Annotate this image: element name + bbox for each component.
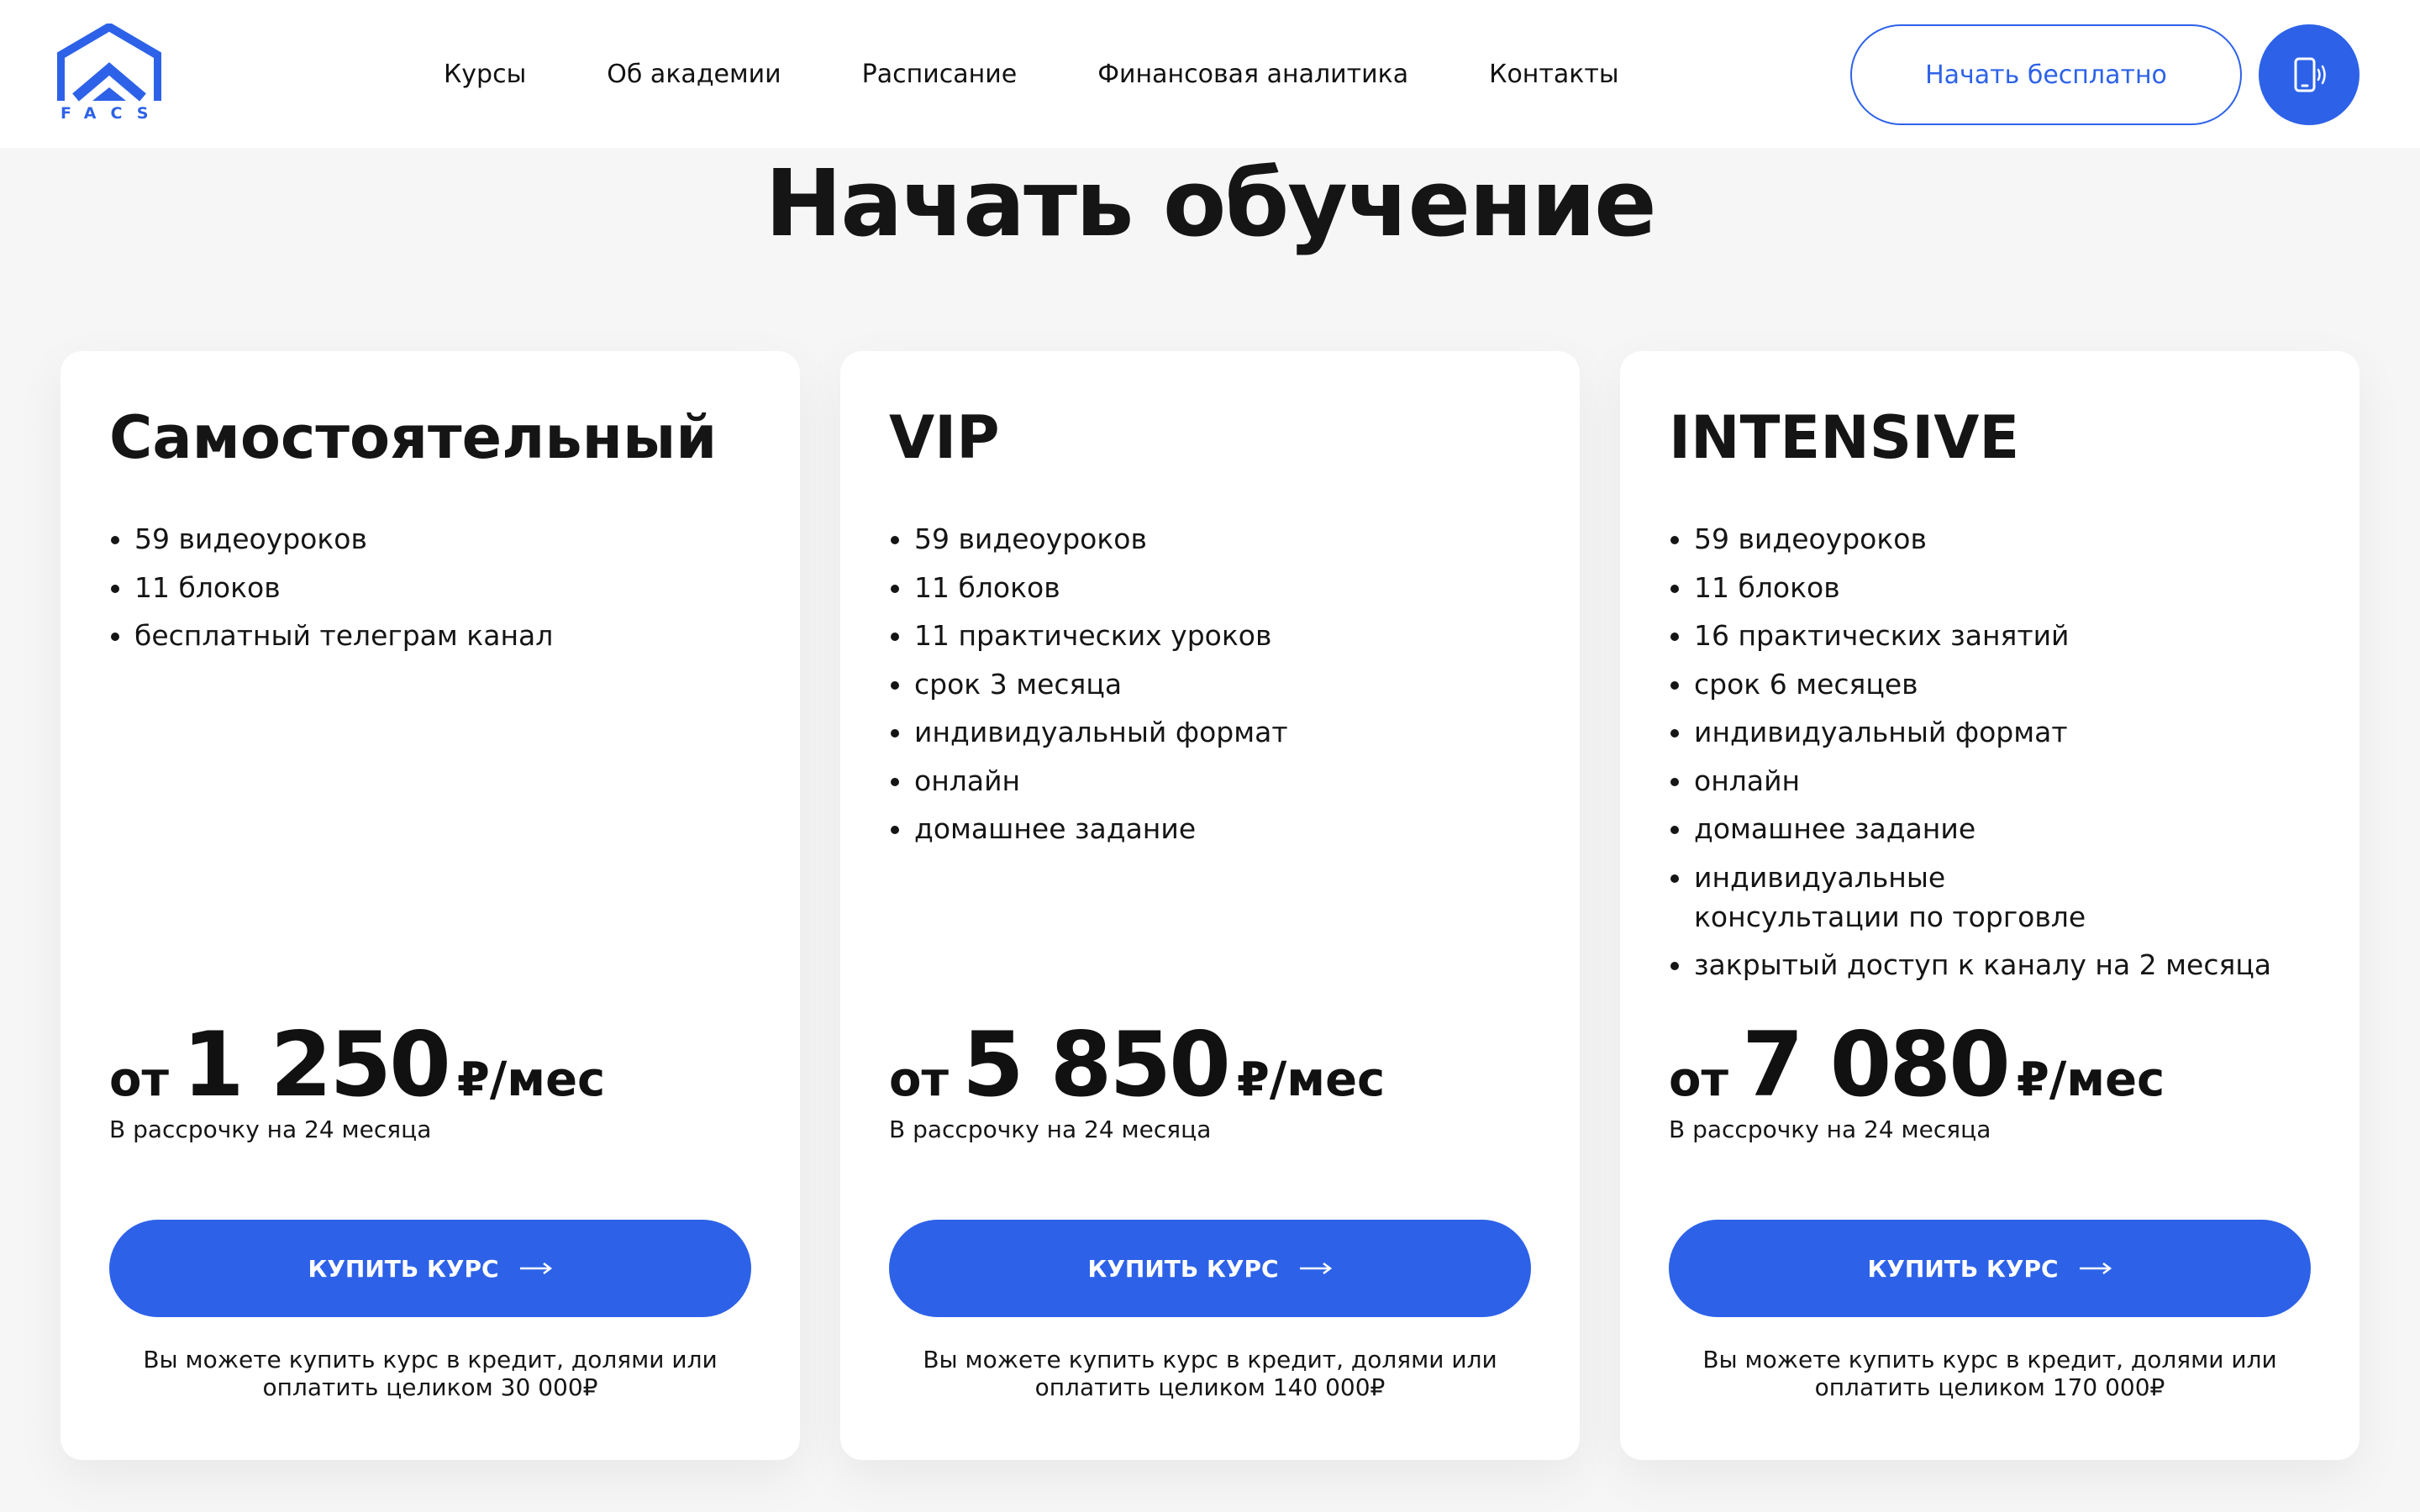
feature-item: индивидуальный формат [889, 712, 1544, 752]
nav-item-schedule[interactable]: Расписание [862, 60, 1018, 89]
site-header: FACS Курсы Об академии Расписание Финанс… [0, 0, 2420, 148]
plan-name: INTENSIVE [1669, 403, 2020, 472]
buy-button-label: КУПИТЬ КУРС [1867, 1254, 2059, 1283]
buy-button-label: КУПИТЬ КУРС [1087, 1254, 1279, 1283]
plan-card-vip: VIP 59 видеоуроков 11 блоков 11 практиче… [840, 351, 1580, 1460]
price-prefix: от [1669, 1053, 1728, 1107]
main-nav: Курсы Об академии Расписание Финансовая … [444, 0, 1619, 148]
purchase-note: Вы можете купить курс в кредит, долями и… [874, 1346, 1546, 1401]
call-button[interactable] [2259, 24, 2360, 125]
plan-name: Самостоятельный [109, 403, 718, 472]
purchase-note: Вы можете купить курс в кредит, долями и… [94, 1346, 766, 1401]
plan-card-intensive: INTENSIVE 59 видеоуроков 11 блоков 16 пр… [1620, 351, 2360, 1460]
feature-item: индивидуальный формат [1669, 712, 2333, 752]
feature-item: 11 практических уроков [889, 616, 1544, 655]
page-title: Начать обучение [765, 150, 1657, 257]
installment-text: В рассрочку на 24 месяца [889, 1116, 1212, 1143]
buy-course-button[interactable]: КУПИТЬ КУРС [1669, 1220, 2311, 1317]
feature-item: онлайн [889, 761, 1544, 801]
price-prefix: от [889, 1053, 949, 1107]
price: от 7 080 ₽/мес [1669, 1013, 2165, 1116]
purchase-note-line: Вы можете купить курс в кредит, долями и… [1702, 1346, 2277, 1373]
feature-item: 11 блоков [109, 568, 765, 607]
plan-card-self: Самостоятельный 59 видеоуроков 11 блоков… [60, 351, 800, 1460]
phone-icon [2294, 57, 2326, 92]
house-logo-icon [57, 24, 161, 102]
feature-item: 16 практических занятий [1669, 616, 2333, 655]
feature-item: срок 6 месяцев [1669, 664, 2333, 704]
nav-item-analytics[interactable]: Финансовая аналитика [1097, 60, 1408, 89]
feature-item: 11 блоков [889, 568, 1544, 607]
installment-text: В рассрочку на 24 месяца [1669, 1116, 1991, 1143]
nav-item-courses[interactable]: Курсы [444, 60, 526, 89]
arrow-right-icon [519, 1263, 552, 1274]
price: от 1 250 ₽/мес [109, 1013, 606, 1116]
price-value: 1 250 [182, 1013, 451, 1116]
price-unit: ₽/мес [1236, 1053, 1386, 1107]
feature-item: индивидуальные консультации по торговле [1669, 858, 2156, 937]
purchase-note-line: Вы можете купить курс в кредит, долями и… [143, 1346, 718, 1373]
buy-course-button[interactable]: КУПИТЬ КУРС [109, 1220, 751, 1317]
feature-item: закрытый доступ к каналу на 2 месяца [1669, 945, 2333, 984]
purchase-note: Вы можете купить курс в кредит, долями и… [1654, 1346, 2326, 1401]
purchase-note-line: Вы можете купить курс в кредит, долями и… [923, 1346, 1497, 1373]
price-value: 5 850 [961, 1013, 1231, 1116]
feature-item: домашнее задание [1669, 809, 2333, 848]
feature-item: домашнее задание [889, 809, 1544, 848]
feature-list: 59 видеоуроков 11 блоков 11 практических… [889, 519, 1544, 858]
arrow-right-icon [1299, 1263, 1332, 1274]
purchase-note-line: оплатить целиком 170 000₽ [1814, 1373, 2165, 1401]
feature-list: 59 видеоуроков 11 блоков бесплатный теле… [109, 519, 765, 664]
buy-button-label: КУПИТЬ КУРС [308, 1254, 499, 1283]
feature-item: срок 3 месяца [889, 664, 1544, 704]
price: от 5 850 ₽/мес [889, 1013, 1386, 1116]
feature-item: онлайн [1669, 761, 2333, 801]
logo-text: FACS [60, 104, 163, 123]
nav-item-contacts[interactable]: Контакты [1489, 60, 1618, 89]
start-free-button[interactable]: Начать бесплатно [1850, 24, 2242, 125]
price-unit: ₽/мес [2016, 1053, 2165, 1107]
purchase-note-line: оплатить целиком 140 000₽ [1034, 1373, 1386, 1401]
facs-logo[interactable]: FACS [57, 24, 165, 128]
feature-list: 59 видеоуроков 11 блоков 16 практических… [1669, 519, 2333, 994]
price-prefix: от [109, 1053, 169, 1107]
feature-item: 59 видеоуроков [1669, 519, 2333, 559]
feature-item: бесплатный телеграм канал [109, 616, 765, 655]
feature-item: 59 видеоуроков [109, 519, 765, 559]
plan-name: VIP [889, 403, 1000, 472]
installment-text: В рассрочку на 24 месяца [109, 1116, 432, 1143]
price-unit: ₽/мес [456, 1053, 606, 1107]
nav-item-about[interactable]: Об академии [607, 60, 781, 89]
purchase-note-line: оплатить целиком 30 000₽ [262, 1373, 598, 1401]
arrow-right-icon [2079, 1263, 2112, 1274]
buy-course-button[interactable]: КУПИТЬ КУРС [889, 1220, 1531, 1317]
feature-item: 59 видеоуроков [889, 519, 1544, 559]
price-value: 7 080 [1741, 1013, 2011, 1116]
feature-item: 11 блоков [1669, 568, 2333, 607]
